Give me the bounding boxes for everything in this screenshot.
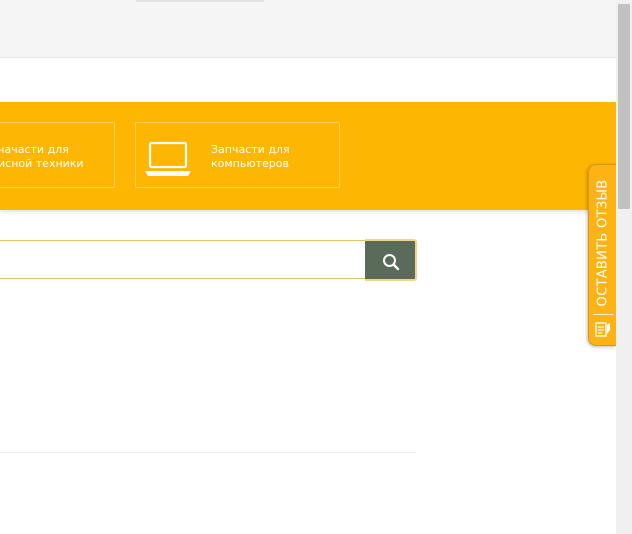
content-divider xyxy=(0,452,416,453)
feedback-note-icon xyxy=(595,322,610,337)
top-nav-tab[interactable] xyxy=(136,0,264,2)
feedback-separator xyxy=(593,314,613,315)
feedback-tab[interactable]: ОСТАВИТЬ ОТЗЫВ xyxy=(588,164,616,346)
search-field[interactable] xyxy=(0,240,366,279)
search-icon xyxy=(383,254,400,271)
scrollbar-thumb[interactable] xyxy=(618,4,630,209)
search-button[interactable] xyxy=(365,239,417,281)
category-label-computers: Запчасти для компьютеров xyxy=(211,143,290,170)
search-input[interactable] xyxy=(0,241,366,278)
top-header-band xyxy=(0,0,616,58)
category-card-computers[interactable]: Запчасти для компьютеров xyxy=(135,122,340,188)
feedback-label: ОСТАВИТЬ ОТЗЫВ xyxy=(595,179,611,307)
laptop-icon xyxy=(145,141,191,176)
category-card-office-equipment[interactable]: чачасти для исной техники xyxy=(0,122,115,188)
page-scrollbar[interactable] xyxy=(616,0,632,534)
category-label-office-equipment: чачасти для исной техники xyxy=(0,143,84,170)
category-bar: чачасти для исной техники Запчасти для к… xyxy=(0,102,616,210)
